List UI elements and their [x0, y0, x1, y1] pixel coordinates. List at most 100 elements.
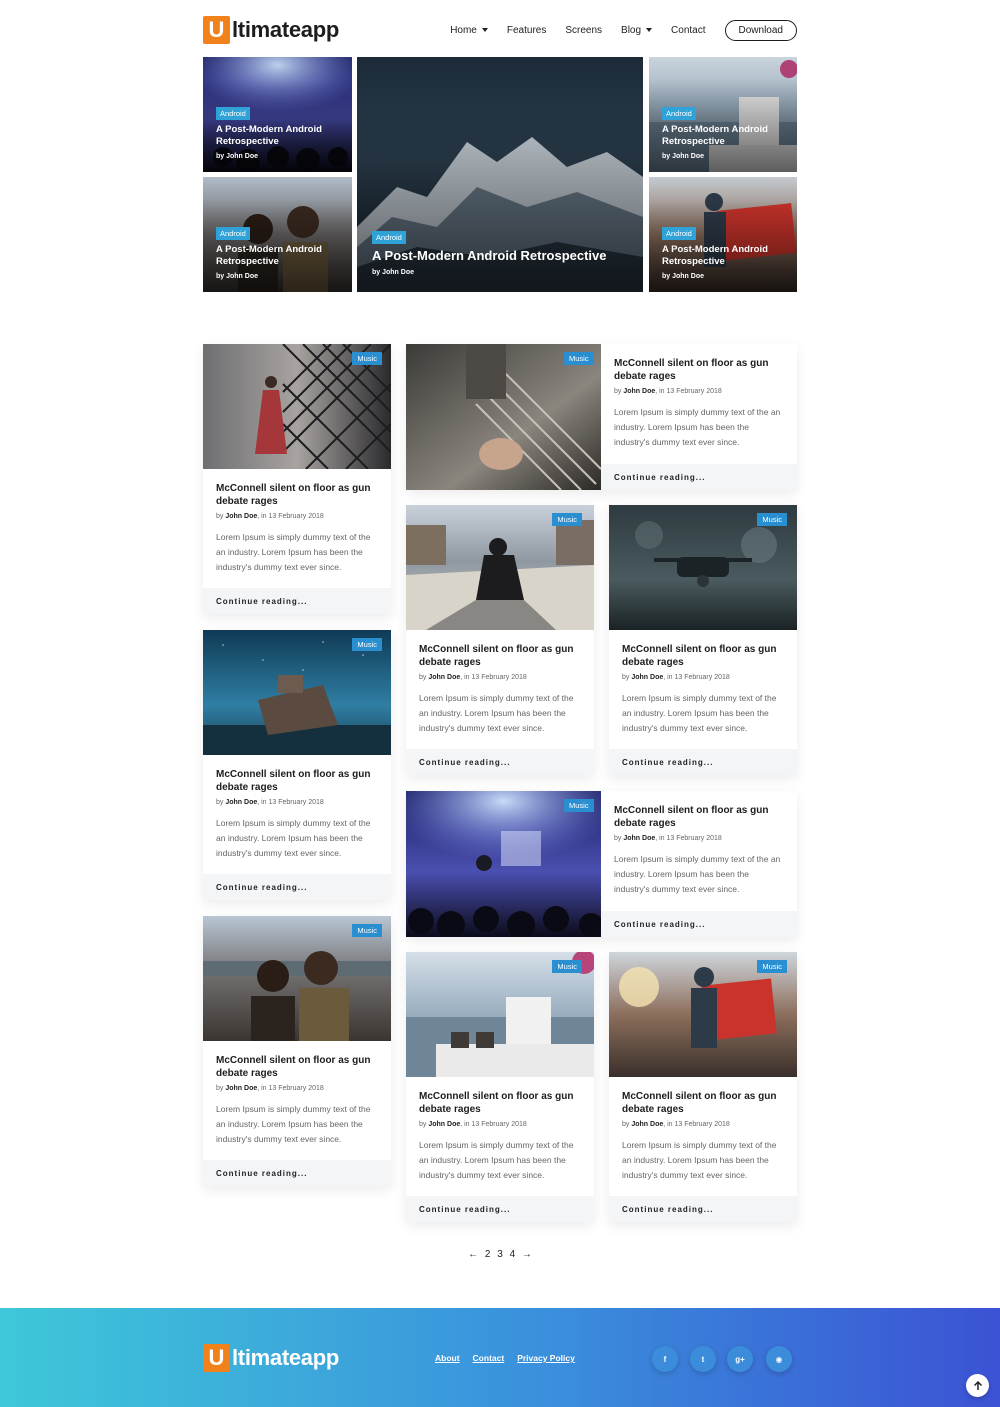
post-meta: by John Doe, in 13 February 2018: [216, 799, 324, 806]
post-card-wide[interactable]: Music McConnell silent on floor as gun d…: [406, 344, 797, 490]
nav-item-contact[interactable]: Contact: [671, 25, 705, 36]
post-meta: by John Doe, in 13 February 2018: [216, 1085, 324, 1092]
hero-tile[interactable]: Android A Post-Modern Android Retrospect…: [649, 177, 797, 292]
footer-logo[interactable]: U ltimateapp: [203, 1344, 339, 1372]
hero-title[interactable]: A Post-Modern Android Retrospective: [662, 244, 787, 268]
hero-tile[interactable]: Android A Post-Modern Android Retrospect…: [203, 57, 352, 172]
category-badge[interactable]: Music: [552, 513, 582, 526]
post-author[interactable]: John Doe: [428, 674, 460, 681]
nav-item-blog[interactable]: Blog: [621, 25, 653, 36]
post-date: , in 13 February 2018: [460, 674, 527, 681]
post-card-wide[interactable]: Music McConnell silent on floor as gun d…: [406, 791, 797, 937]
category-badge[interactable]: Music: [352, 352, 382, 365]
hero-title[interactable]: A Post-Modern Android Retrospective: [372, 248, 633, 264]
category-badge[interactable]: Android: [216, 107, 250, 120]
post-title[interactable]: McConnell silent on floor as gun debate …: [622, 643, 784, 669]
continue-reading-link[interactable]: Continue reading...: [203, 588, 391, 614]
page-link-2[interactable]: 2: [485, 1249, 491, 1260]
post-card[interactable]: Music McConnell silent on floor as gun d…: [406, 505, 594, 775]
rss-icon[interactable]: ◉: [766, 1346, 792, 1372]
twitter-icon[interactable]: t: [690, 1346, 716, 1372]
hero-author: by John Doe: [216, 273, 259, 280]
prev-page-arrow-icon[interactable]: ←: [468, 1249, 478, 1260]
category-badge[interactable]: Android: [372, 231, 406, 244]
continue-reading-link[interactable]: Continue reading...: [203, 874, 391, 900]
hero-tile[interactable]: Android A Post-Modern Android Retrospect…: [203, 177, 352, 292]
post-title[interactable]: McConnell silent on floor as gun debate …: [216, 768, 378, 794]
post-meta: by John Doe, in 13 February 2018: [419, 674, 527, 681]
hero-tile[interactable]: Android A Post-Modern Android Retrospect…: [649, 57, 797, 172]
category-badge[interactable]: Android: [662, 227, 696, 240]
google-plus-icon[interactable]: g+: [727, 1346, 753, 1372]
post-author[interactable]: John Doe: [225, 799, 257, 806]
post-card[interactable]: Music McConnell silent on floor as gun d…: [203, 344, 391, 614]
category-badge[interactable]: Music: [352, 638, 382, 651]
hero-tile-featured[interactable]: Android A Post-Modern Android Retrospect…: [357, 57, 643, 292]
post-title[interactable]: McConnell silent on floor as gun debate …: [614, 804, 784, 830]
post-card[interactable]: Music McConnell silent on floor as gun d…: [406, 952, 594, 1222]
page-link-3[interactable]: 3: [497, 1249, 503, 1260]
category-badge[interactable]: Music: [564, 799, 594, 812]
post-body: McConnell silent on floor as gun debate …: [622, 1090, 784, 1183]
post-title[interactable]: McConnell silent on floor as gun debate …: [216, 1054, 378, 1080]
category-badge[interactable]: Music: [352, 924, 382, 937]
nav-item-home[interactable]: Home: [450, 25, 488, 36]
post-author[interactable]: John Doe: [225, 513, 257, 520]
post-excerpt: Lorem Ipsum is simply dummy text of the …: [622, 1140, 777, 1180]
continue-reading-link[interactable]: Continue reading...: [203, 1160, 391, 1186]
post-title[interactable]: McConnell silent on floor as gun debate …: [419, 1090, 581, 1116]
nav-item-screens[interactable]: Screens: [565, 25, 602, 36]
post-excerpt: Lorem Ipsum is simply dummy text of the …: [216, 532, 371, 572]
post-author[interactable]: John Doe: [225, 1085, 257, 1092]
post-body: McConnell silent on floor as gun debate …: [419, 1090, 581, 1183]
post-card[interactable]: Music McConnell silent on floor as gun d…: [609, 952, 797, 1222]
facebook-icon[interactable]: f: [652, 1346, 678, 1372]
download-button[interactable]: Download: [724, 19, 797, 41]
footer-links: About Contact Privacy Policy: [435, 1353, 588, 1363]
category-badge[interactable]: Music: [564, 352, 594, 365]
category-badge[interactable]: Android: [662, 107, 696, 120]
continue-reading-link[interactable]: Continue reading...: [406, 1196, 594, 1222]
hero-author: by John Doe: [216, 153, 259, 160]
continue-reading-link[interactable]: Continue reading...: [601, 464, 797, 490]
post-author[interactable]: John Doe: [623, 835, 655, 842]
post-excerpt: Lorem Ipsum is simply dummy text of the …: [419, 693, 574, 733]
post-card[interactable]: Music McConnell silent on floor as gun d…: [203, 630, 391, 900]
hero-author: by John Doe: [662, 273, 705, 280]
post-title[interactable]: McConnell silent on floor as gun debate …: [622, 1090, 784, 1116]
post-author[interactable]: John Doe: [623, 388, 655, 395]
post-title[interactable]: McConnell silent on floor as gun debate …: [614, 357, 784, 383]
footer-link-contact[interactable]: Contact: [473, 1353, 505, 1363]
page-link-4[interactable]: 4: [510, 1249, 516, 1260]
nav-item-features[interactable]: Features: [507, 25, 546, 36]
continue-reading-link[interactable]: Continue reading...: [609, 749, 797, 775]
post-title[interactable]: McConnell silent on floor as gun debate …: [419, 643, 581, 669]
continue-reading-link[interactable]: Continue reading...: [601, 911, 797, 937]
post-date: , in 13 February 2018: [655, 835, 722, 842]
site-footer: U ltimateapp About Contact Privacy Polic…: [0, 1308, 1000, 1407]
hero-title[interactable]: A Post-Modern Android Retrospective: [216, 124, 342, 148]
continue-reading-link[interactable]: Continue reading...: [609, 1196, 797, 1222]
hero-caption: Android A Post-Modern Android Retrospect…: [662, 103, 787, 160]
brand-logo[interactable]: U ltimateapp: [203, 16, 339, 44]
category-badge[interactable]: Music: [757, 960, 787, 973]
footer-link-about[interactable]: About: [435, 1353, 460, 1363]
next-page-arrow-icon[interactable]: →: [522, 1249, 532, 1260]
post-title[interactable]: McConnell silent on floor as gun debate …: [216, 482, 378, 508]
category-badge[interactable]: Music: [757, 513, 787, 526]
hero-title[interactable]: A Post-Modern Android Retrospective: [216, 244, 342, 268]
post-card[interactable]: Music McConnell silent on floor as gun d…: [609, 505, 797, 775]
post-card[interactable]: Music McConnell silent on floor as gun d…: [203, 916, 391, 1186]
post-date: , in 13 February 2018: [257, 799, 324, 806]
post-author[interactable]: John Doe: [631, 1121, 663, 1128]
post-author[interactable]: John Doe: [428, 1121, 460, 1128]
post-excerpt: Lorem Ipsum is simply dummy text of the …: [622, 693, 777, 733]
continue-reading-link[interactable]: Continue reading...: [406, 749, 594, 775]
footer-link-privacy-policy[interactable]: Privacy Policy: [517, 1353, 575, 1363]
post-author[interactable]: John Doe: [631, 674, 663, 681]
category-badge[interactable]: Music: [552, 960, 582, 973]
category-badge[interactable]: Android: [216, 227, 250, 240]
logo-mark: U: [203, 1344, 230, 1372]
hero-title[interactable]: A Post-Modern Android Retrospective: [662, 124, 787, 148]
back-to-top-button[interactable]: [966, 1374, 989, 1397]
